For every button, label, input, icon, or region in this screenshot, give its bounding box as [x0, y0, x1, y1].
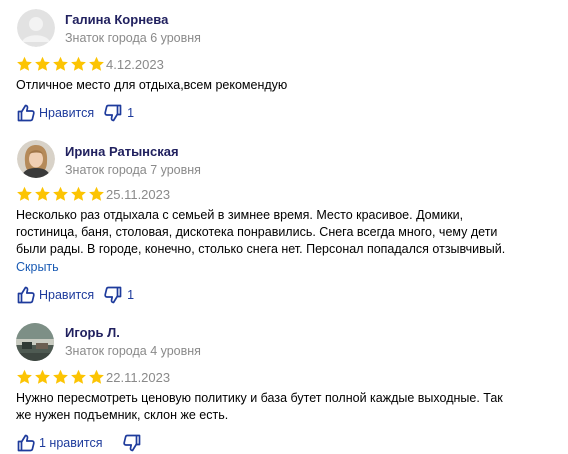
- star-icon: [53, 186, 68, 201]
- review-text: Отличное место для отдыха,всем рекоменду…: [16, 77, 536, 94]
- review-text: Нужно пересмотреть ценовую политику и ба…: [16, 390, 536, 424]
- like-label: 1 нравится: [39, 436, 103, 450]
- review-date: 4.12.2023: [106, 57, 164, 72]
- avatar[interactable]: [17, 140, 55, 178]
- star-icon: [89, 186, 104, 201]
- like-button[interactable]: Нравится: [16, 285, 94, 305]
- like-label: Нравится: [39, 106, 95, 120]
- review-date: 25.11.2023: [106, 187, 171, 202]
- author-level: Знаток города 4 уровня: [65, 344, 201, 358]
- star-icon: [35, 186, 50, 201]
- star-icon: [53, 369, 68, 384]
- star-icon: [89, 369, 104, 384]
- reviews-list: Галина Корнева Знаток города 6 уровня 4.…: [0, 0, 568, 452]
- like-button[interactable]: Нравится: [16, 103, 94, 123]
- thumbs-down-icon: [104, 286, 122, 304]
- star-icon: [17, 56, 32, 71]
- dislike-count: 1: [127, 106, 135, 120]
- landscape-photo-icon: [16, 323, 54, 361]
- like-button[interactable]: 1 нравится: [16, 433, 102, 453]
- star-icon: [71, 56, 86, 71]
- review-text-line: же нужен подъемник, склон же есть.: [16, 408, 229, 422]
- rating-stars: [16, 56, 105, 74]
- dislike-button[interactable]: 1: [103, 285, 134, 305]
- star-icon: [17, 186, 32, 201]
- thumbs-up-icon: [17, 434, 35, 452]
- thumbs-up-icon: [17, 104, 35, 122]
- thumbs-down-icon: [104, 104, 122, 122]
- dislike-button[interactable]: [122, 433, 146, 453]
- like-label: Нравится: [39, 288, 95, 302]
- thumbs-down-icon: [123, 434, 141, 452]
- hide-link[interactable]: Скрыть: [16, 259, 59, 276]
- author-name[interactable]: Галина Корнева: [65, 12, 168, 28]
- review-actions: Нравится 1: [16, 102, 134, 124]
- star-icon: [53, 56, 68, 71]
- review-text-line: Нужно пересмотреть ценовую политику и ба…: [16, 391, 503, 405]
- review-actions: 1 нравится: [16, 432, 146, 454]
- rating-stars: [16, 186, 105, 204]
- review-actions: Нравится 1: [16, 284, 134, 306]
- star-icon: [35, 56, 50, 71]
- star-icon: [71, 186, 86, 201]
- rating-stars: [16, 369, 105, 387]
- avatar[interactable]: [17, 9, 55, 47]
- star-icon: [35, 369, 50, 384]
- thumbs-up-icon: [17, 286, 35, 304]
- avatar[interactable]: [16, 323, 54, 361]
- star-icon: [89, 56, 104, 71]
- author-level: Знаток города 7 уровня: [65, 163, 201, 177]
- star-icon: [71, 369, 86, 384]
- review-text: Несколько раз отдыхала с семьей в зимнее…: [16, 207, 536, 258]
- author-name[interactable]: Игорь Л.: [65, 325, 120, 341]
- user-placeholder-icon: [17, 9, 55, 47]
- review-text-line: Отличное место для отдыха,всем рекоменду…: [16, 78, 288, 92]
- review-text-line: Несколько раз отдыхала с семьей в зимнее…: [16, 208, 464, 222]
- review-date: 22.11.2023: [106, 370, 171, 385]
- dislike-count: 1: [127, 288, 135, 302]
- woman-portrait-icon: [17, 140, 55, 178]
- review-text-line: были рады. В городе, конечно, столько сн…: [16, 242, 506, 256]
- dislike-button[interactable]: 1: [103, 103, 134, 123]
- author-level: Знаток города 6 уровня: [65, 31, 201, 45]
- author-name[interactable]: Ирина Ратынская: [65, 144, 179, 160]
- star-icon: [17, 369, 32, 384]
- review-text-line: гостиница, баня, столовая, дискотека пон…: [16, 225, 498, 239]
